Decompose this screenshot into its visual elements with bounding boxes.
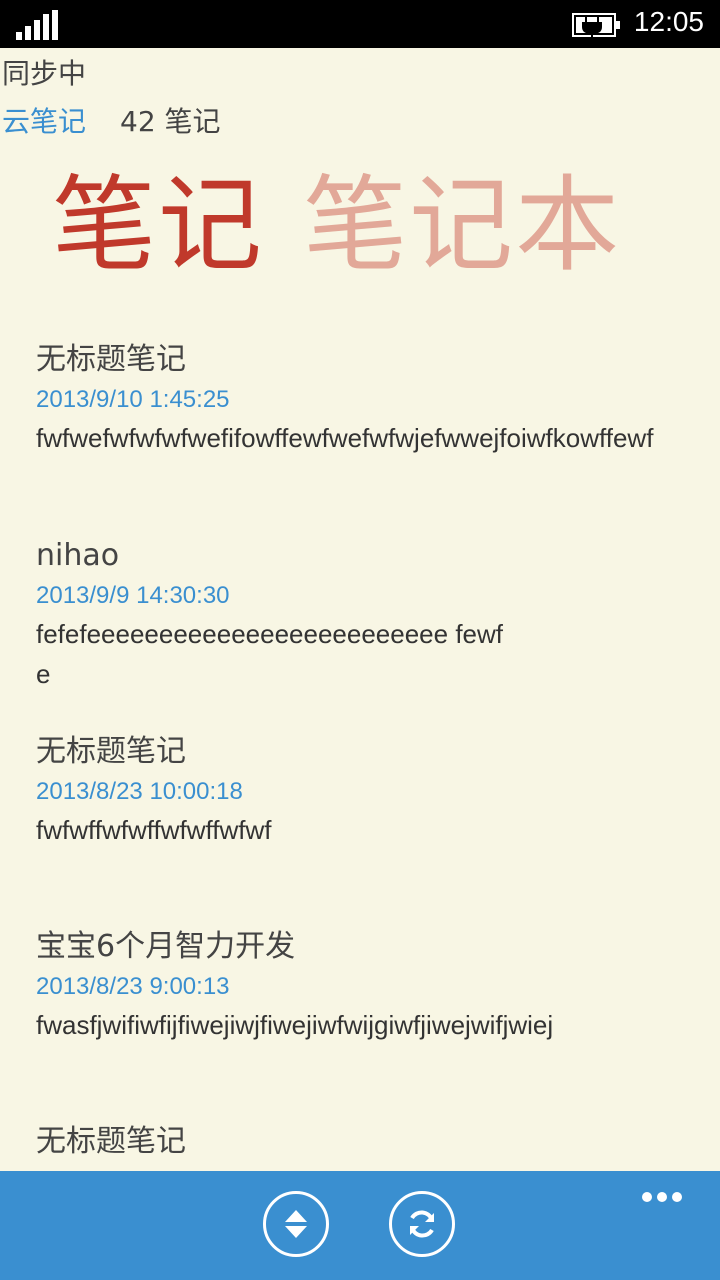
- more-options-icon[interactable]: [642, 1187, 690, 1202]
- note-count: 42 笔记: [120, 105, 221, 138]
- list-item[interactable]: 无标题笔记: [36, 1120, 686, 1164]
- note-preview: fefefeeeeeeeeeeeeeeeeeeeeeeeee fewfe: [36, 619, 503, 689]
- list-item[interactable]: 宝宝6个月智力开发 2013/8/23 9:00:13 fwasfjwifiwf…: [36, 925, 686, 1120]
- list-item[interactable]: nihao 2013/9/9 14:30:30 fefefeeeeeeeeeee…: [36, 534, 686, 730]
- signal-strength-icon: [16, 10, 60, 40]
- note-date: 2013/9/9 14:30:30: [36, 582, 230, 609]
- note-date: 2013/8/23 10:00:18: [36, 778, 243, 805]
- sort-icon: [285, 1210, 307, 1238]
- note-date: 2013/9/10 1:45:25: [36, 386, 230, 413]
- tab-notebooks[interactable]: 笔记本: [303, 160, 621, 290]
- sync-icon: [410, 1210, 434, 1238]
- battery-charging-icon: [572, 13, 620, 38]
- note-preview: fwfwefwfwfwfwefifowffewfwefwfwjefwwejfoi…: [36, 423, 654, 453]
- note-title: 无标题笔记: [36, 734, 186, 769]
- list-item[interactable]: 无标题笔记 2013/8/23 10:00:18 fwfwffwfwffwfwf…: [36, 730, 686, 925]
- app-bar: [0, 1171, 720, 1280]
- sync-status: 同步中: [2, 57, 87, 90]
- sync-button[interactable]: [389, 1191, 455, 1257]
- note-title: 无标题笔记: [36, 1124, 186, 1159]
- note-date: 2013/8/23 9:00:13: [36, 973, 230, 1000]
- note-preview: fwfwffwfwffwfwffwfwf: [36, 815, 272, 845]
- list-item[interactable]: 无标题笔记 2013/9/10 1:45:25 fwfwefwfwfwfwefi…: [36, 338, 686, 534]
- note-title: nihao: [36, 538, 120, 573]
- sort-button[interactable]: [263, 1191, 329, 1257]
- pivot-header: 笔记 笔记本: [52, 160, 621, 290]
- note-title: 无标题笔记: [36, 342, 186, 377]
- note-title: 宝宝6个月智力开发: [36, 929, 296, 964]
- note-preview: fwasfjwifiwfijfiwejiwjfiwejiwfwijgiwfjiw…: [36, 1010, 554, 1040]
- app-name: 云笔记: [2, 105, 87, 138]
- status-bar: 12:05: [0, 0, 720, 48]
- note-list: 无标题笔记 2013/9/10 1:45:25 fwfwefwfwfwfwefi…: [36, 338, 686, 1164]
- clock: 12:05: [633, 6, 704, 37]
- tab-notes[interactable]: 笔记: [52, 160, 264, 290]
